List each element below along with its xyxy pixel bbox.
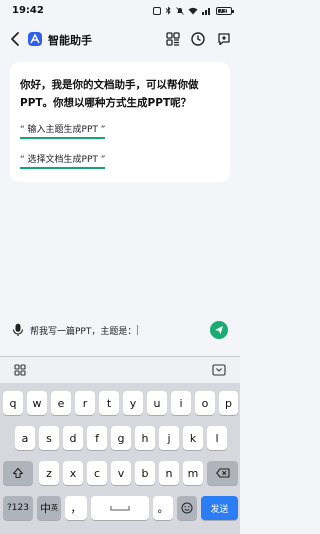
lang-key-sub: 英 bbox=[51, 504, 58, 512]
battery-level: 73 bbox=[219, 7, 227, 15]
key-t[interactable]: t bbox=[99, 391, 119, 415]
emoji-key[interactable] bbox=[177, 496, 197, 520]
key-l[interactable]: l bbox=[207, 426, 227, 450]
key-c[interactable]: c bbox=[87, 461, 107, 485]
key-m[interactable]: m bbox=[183, 461, 203, 485]
keyboard-menu-grid-icon[interactable] bbox=[14, 364, 26, 376]
key-r[interactable]: r bbox=[75, 391, 95, 415]
key-u[interactable]: u bbox=[147, 391, 167, 415]
option-topic-ppt[interactable]: “ 输入主题生成PPT ” bbox=[20, 122, 106, 139]
key-z[interactable]: z bbox=[39, 461, 59, 485]
status-icons: 73 bbox=[153, 6, 234, 15]
key-o[interactable]: o bbox=[195, 391, 215, 415]
space-key[interactable] bbox=[91, 496, 149, 520]
key-q[interactable]: q bbox=[3, 391, 23, 415]
shift-arrow-icon bbox=[12, 467, 24, 479]
send-plane-icon bbox=[215, 326, 223, 334]
notification-icon bbox=[153, 6, 161, 15]
emoji-face-icon bbox=[181, 502, 193, 514]
status-bar: 19:42 73 bbox=[0, 0, 240, 24]
key-b[interactable]: b bbox=[135, 461, 155, 485]
comma-key[interactable]: ， bbox=[65, 496, 87, 520]
space-bar-icon bbox=[110, 506, 130, 511]
option-document-ppt[interactable]: “ 选择文档生成PPT ” bbox=[20, 152, 106, 169]
send-button[interactable] bbox=[210, 321, 228, 339]
key-d[interactable]: d bbox=[63, 426, 83, 450]
microphone-icon[interactable] bbox=[12, 323, 24, 337]
signal-icon bbox=[202, 7, 210, 15]
key-f[interactable]: f bbox=[87, 426, 107, 450]
key-g[interactable]: g bbox=[111, 426, 131, 450]
keyboard-collapse-icon[interactable] bbox=[212, 364, 226, 376]
key-e[interactable]: e bbox=[51, 391, 71, 415]
assistant-message-card: 你好，我是你的文档助手，可以帮你做PPT。你想以哪种方式生成PPT呢？ “ 输入… bbox=[10, 62, 230, 182]
shift-key[interactable] bbox=[3, 461, 33, 485]
keyboard-toolbar bbox=[0, 357, 240, 383]
key-s[interactable]: s bbox=[39, 426, 59, 450]
chat-input-bar: 帮我写一篇PPT，主题是： bbox=[0, 316, 240, 346]
key-k[interactable]: k bbox=[183, 426, 203, 450]
app-header: 智能助手 bbox=[0, 24, 240, 54]
status-time: 19:42 bbox=[12, 5, 44, 16]
keyboard-send-key[interactable]: 发送 bbox=[201, 496, 238, 520]
page-title: 智能助手 bbox=[48, 34, 92, 47]
history-clock-icon[interactable] bbox=[190, 31, 206, 47]
apps-grid-icon[interactable] bbox=[165, 31, 181, 47]
assistant-message-text: 你好，我是你的文档助手，可以帮你做PPT。你想以哪种方式生成PPT呢？ bbox=[20, 79, 199, 109]
key-x[interactable]: x bbox=[63, 461, 83, 485]
language-switch-key[interactable]: 中英 bbox=[37, 496, 61, 520]
key-j[interactable]: j bbox=[159, 426, 179, 450]
key-w[interactable]: w bbox=[27, 391, 47, 415]
new-chat-icon[interactable] bbox=[216, 31, 232, 47]
assistant-logo-icon bbox=[28, 32, 42, 46]
chat-input-value: 帮我写一篇PPT，主题是： bbox=[30, 327, 137, 337]
backspace-key[interactable] bbox=[207, 461, 238, 485]
back-arrow-icon[interactable] bbox=[9, 31, 23, 47]
bluetooth-icon bbox=[165, 6, 171, 15]
key-a[interactable]: a bbox=[15, 426, 35, 450]
mute-icon bbox=[176, 6, 184, 15]
numbers-key[interactable]: ?123 bbox=[3, 496, 33, 520]
key-p[interactable]: p bbox=[219, 391, 238, 415]
backspace-icon bbox=[215, 468, 230, 478]
key-n[interactable]: n bbox=[159, 461, 179, 485]
key-y[interactable]: y bbox=[123, 391, 143, 415]
key-i[interactable]: i bbox=[171, 391, 191, 415]
soft-keyboard: q w e r t y u i o p a s d f g h j k l z … bbox=[0, 356, 240, 534]
battery-icon: 73 bbox=[216, 6, 234, 15]
lang-key-label: 中 bbox=[40, 502, 51, 515]
chat-input[interactable]: 帮我写一篇PPT，主题是： bbox=[30, 324, 139, 337]
key-v[interactable]: v bbox=[111, 461, 131, 485]
text-caret bbox=[137, 325, 139, 335]
period-key[interactable]: 。 bbox=[153, 496, 173, 520]
key-h[interactable]: h bbox=[135, 426, 155, 450]
wifi-icon bbox=[188, 7, 198, 14]
